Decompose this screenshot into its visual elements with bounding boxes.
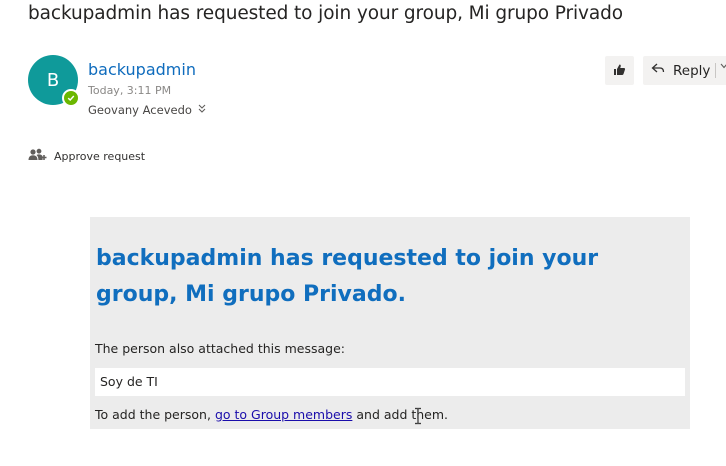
chevron-down-icon[interactable] — [720, 61, 726, 72]
sender-name[interactable]: backupadmin — [88, 60, 196, 79]
email-subject: backupadmin has requested to join your g… — [28, 3, 623, 24]
reply-arrow-icon — [651, 62, 665, 79]
chevron-down-double-icon[interactable] — [198, 104, 206, 116]
reply-button[interactable]: Reply — [643, 56, 726, 85]
divider — [715, 63, 716, 78]
people-add-icon — [28, 148, 48, 165]
avatar-initial: B — [46, 69, 60, 91]
attached-message-text: Soy de TI — [100, 374, 158, 389]
card-title: backupadmin has requested to join your g… — [96, 246, 599, 307]
message-label: The person also attached this message: — [95, 341, 345, 356]
thumbs-up-icon — [613, 61, 626, 80]
group-members-link[interactable]: go to Group members — [215, 407, 352, 422]
like-button[interactable] — [605, 56, 634, 85]
text-cursor-icon — [413, 407, 423, 429]
footer-suffix: and add them. — [356, 407, 449, 422]
reply-label: Reply — [673, 62, 711, 79]
recipient-name: Geovany Acevedo — [88, 103, 192, 117]
notification-card: backupadmin has requested to join your g… — [90, 217, 690, 429]
presence-available-icon — [62, 89, 80, 107]
email-reading-pane: backupadmin has requested to join your g… — [0, 0, 726, 466]
sent-time: Today, 3:11 PM — [88, 84, 172, 97]
footer-prefix: To add the person, — [95, 407, 211, 422]
card-footer: To add the person, go to Group members a… — [95, 407, 448, 422]
approve-request-button[interactable]: Approve request — [28, 148, 145, 165]
recipient-line[interactable]: Geovany Acevedo — [88, 103, 206, 117]
attached-message: Soy de TI — [95, 368, 685, 396]
approve-request-label: Approve request — [54, 150, 146, 163]
